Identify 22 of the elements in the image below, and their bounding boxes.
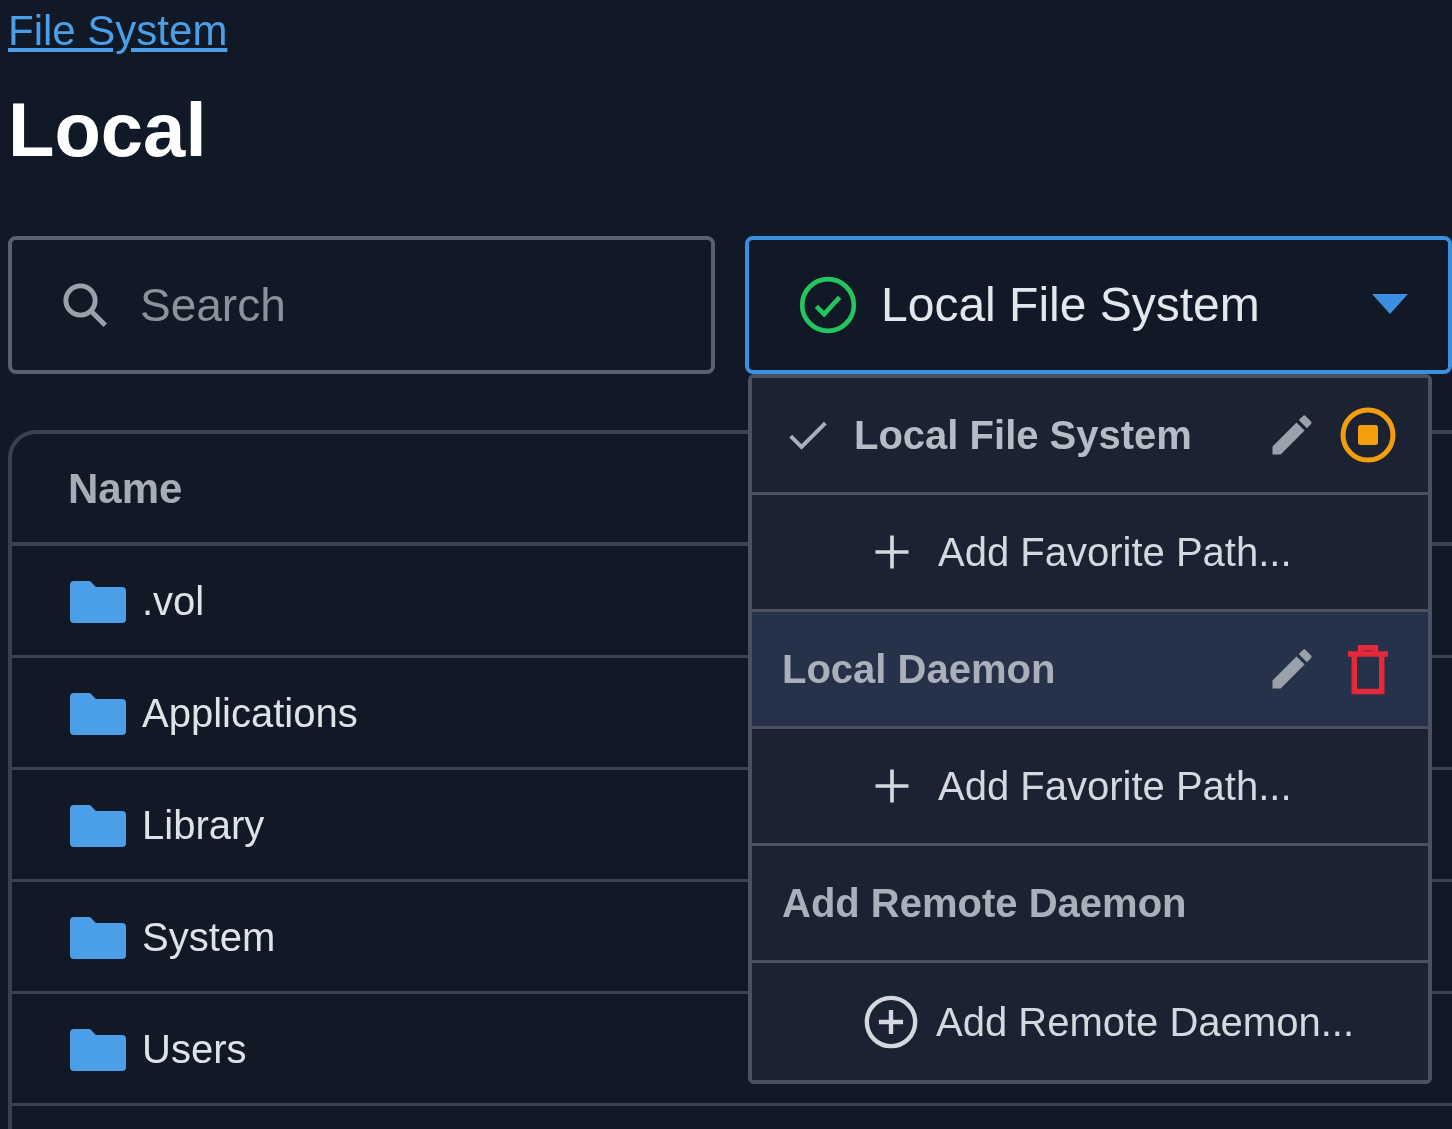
column-header: Name [68, 463, 183, 514]
page-title: Local [8, 92, 207, 168]
breadcrumb-link[interactable]: File System [8, 10, 228, 52]
search-field[interactable]: Search [8, 236, 715, 374]
source-select[interactable]: Local File System [745, 236, 1452, 374]
file-name: Library [142, 801, 265, 849]
source-label: Local File System [854, 412, 1192, 459]
menu-item[interactable]: Local Daemon [752, 612, 1428, 729]
menu-item[interactable]: Local File System [752, 378, 1428, 495]
folder-icon [70, 690, 126, 735]
file-name: System [142, 913, 276, 961]
file-name: Users [142, 1025, 247, 1073]
caret-icon [1372, 294, 1408, 316]
folder-icon [70, 1026, 126, 1071]
add-remote-daemon-button[interactable]: Add Remote Daemon... [862, 991, 1354, 1052]
group-header: Add Remote Daemon [782, 880, 1187, 927]
folder-icon [70, 578, 126, 623]
stop-icon[interactable] [1338, 405, 1398, 465]
folder-icon [70, 914, 126, 959]
file-name: Applications [142, 689, 358, 737]
file-name: .vol [142, 577, 205, 625]
folder-icon [70, 802, 126, 847]
